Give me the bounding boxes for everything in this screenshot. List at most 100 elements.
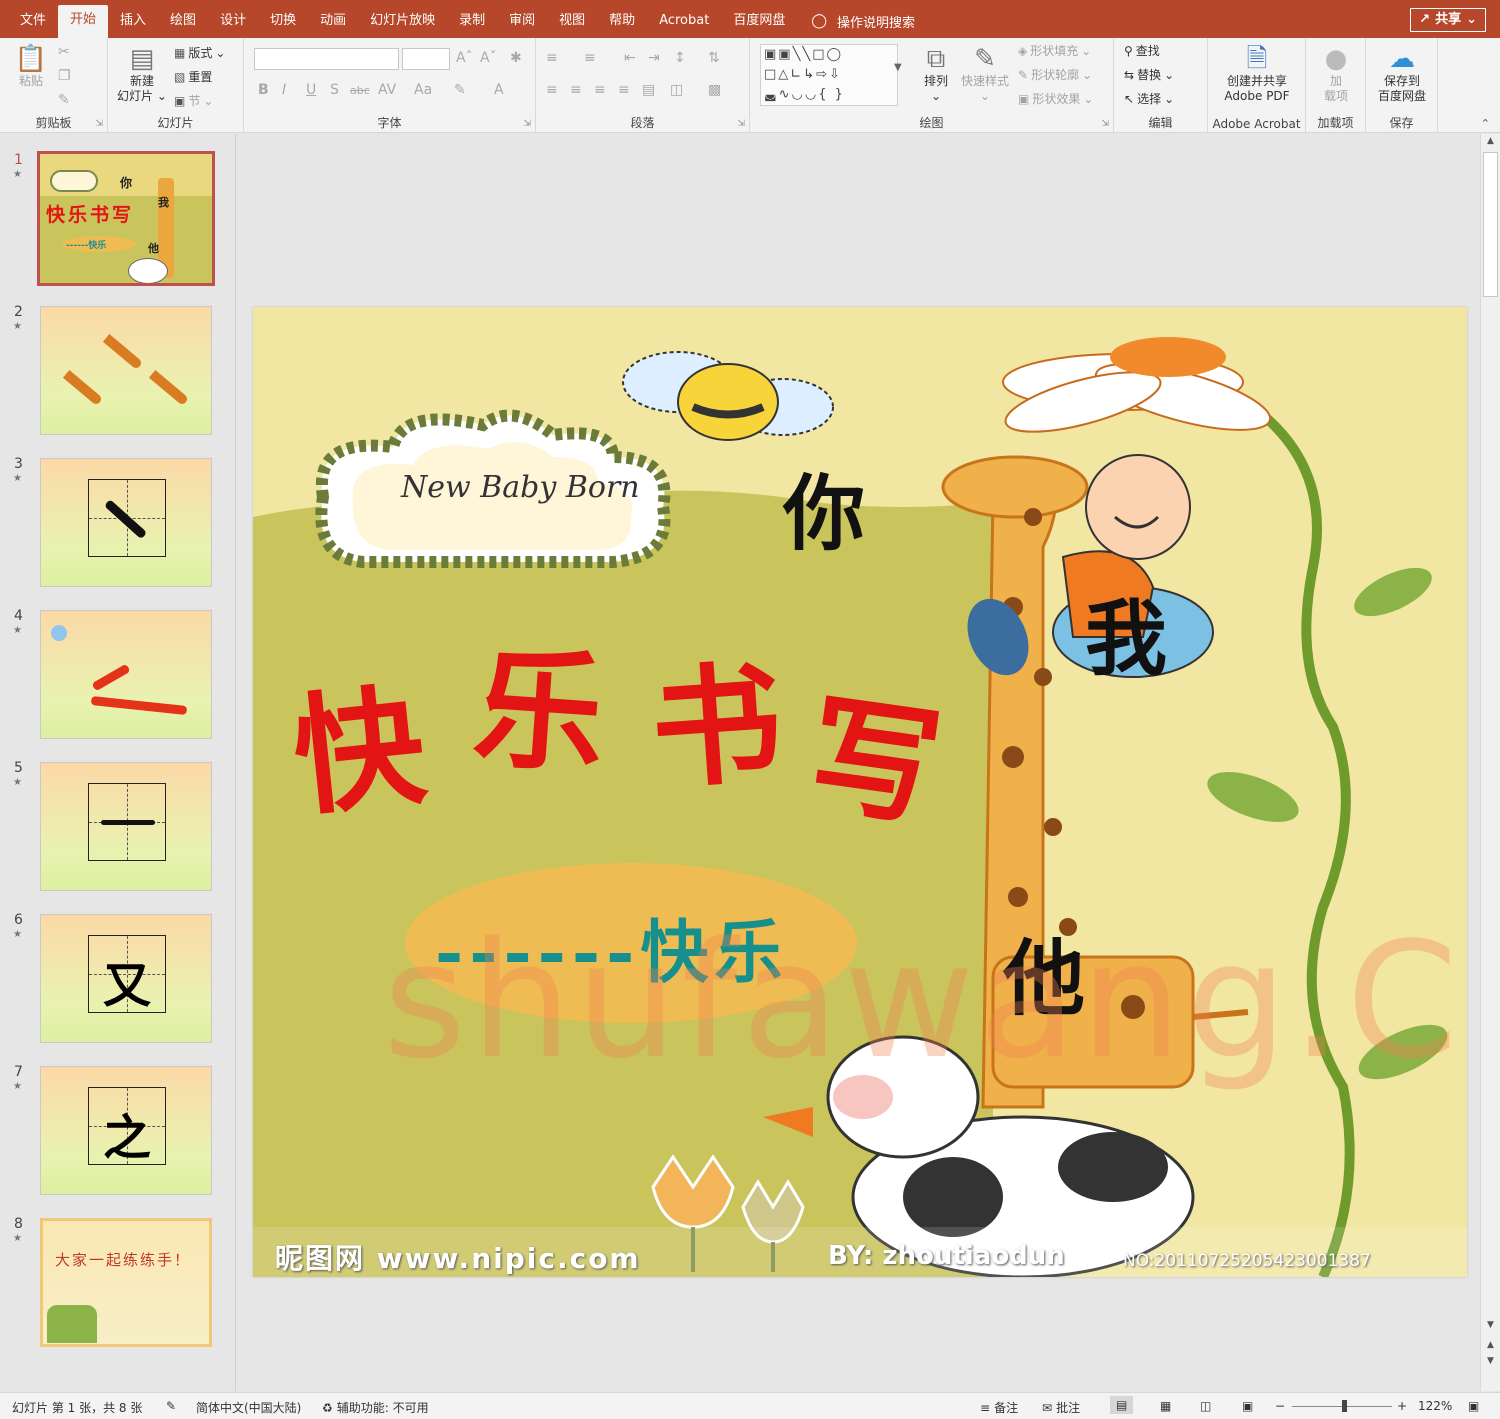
text-direction-icon[interactable]: ⇅ — [708, 50, 720, 66]
copy-icon[interactable]: ❐ — [58, 68, 71, 84]
tab-slideshow[interactable]: 幻灯片放映 — [358, 6, 447, 36]
tab-animations[interactable]: 动画 — [308, 6, 358, 36]
dialog-launcher-icon[interactable]: ⇲ — [95, 119, 103, 129]
find-button[interactable]: ⚲ 查找 — [1124, 42, 1160, 59]
fit-to-window-icon[interactable]: ▣ — [1468, 1399, 1479, 1413]
font-size-input[interactable] — [402, 48, 450, 70]
paste-button[interactable]: 📋 粘贴 — [10, 44, 52, 89]
change-case-icon[interactable]: Aa — [414, 82, 432, 98]
normal-view-icon[interactable]: ▤ — [1110, 1396, 1134, 1414]
notes-button[interactable]: ≡ 备注 — [980, 1399, 1018, 1416]
thumbnail-slide-3[interactable]: 3 ★ — [0, 456, 236, 608]
shapes-gallery[interactable]: ▣▣╲╲□◯ □△∟↳⇨⇩ ◛∿◡◡{ } — [760, 44, 898, 106]
dialog-launcher-icon[interactable]: ⇲ — [523, 119, 531, 129]
replace-button[interactable]: ⇆ 替换 ⌄ — [1124, 66, 1174, 83]
save-to-netdisk-button[interactable]: ☁ 保存到 百度网盘 — [1370, 44, 1434, 104]
scrollbar-thumb[interactable] — [1483, 152, 1498, 297]
thumbnail-slide-1[interactable]: 1 ★ 快乐书写 你 我 他 ------快乐 — [0, 151, 236, 304]
share-button[interactable]: ↗ 共享 ⌄ — [1410, 8, 1486, 32]
zoom-level[interactable]: 122% — [1418, 1399, 1452, 1413]
animation-star-icon: ★ — [13, 1233, 22, 1244]
italic-icon[interactable]: I — [282, 82, 286, 98]
shadow-icon[interactable]: S — [330, 82, 339, 98]
notes-check-icon[interactable]: ✎ — [166, 1399, 176, 1413]
collapse-ribbon-icon[interactable]: ⌃ — [1481, 117, 1490, 130]
new-slide-button[interactable]: ▤ 新建 幻灯片 ⌄ — [114, 44, 170, 104]
reading-view-icon[interactable]: ◫ — [1200, 1399, 1211, 1413]
thumbnail-slide-8[interactable]: 8 ★ 大家一起练练手！ — [0, 1216, 236, 1368]
reset-button[interactable]: ▧ 重置 — [174, 68, 212, 85]
tab-transitions[interactable]: 切换 — [258, 6, 308, 36]
addins-button[interactable]: ● 加 载项 — [1310, 44, 1362, 104]
tab-draw[interactable]: 绘图 — [158, 6, 208, 36]
align-right-icon[interactable]: ≡ — [594, 82, 606, 98]
strikethrough-icon[interactable]: abc — [350, 84, 370, 97]
increase-indent-icon[interactable]: ⇥ — [648, 50, 660, 66]
previous-slide-icon[interactable]: ▲ — [1481, 1340, 1500, 1350]
comments-button[interactable]: ✉ 批注 — [1042, 1399, 1080, 1416]
clear-format-icon[interactable]: ✱ — [510, 50, 522, 66]
create-pdf-button[interactable]: 🗎 创建并共享 Adobe PDF — [1212, 44, 1302, 104]
thumbnail-slide-7[interactable]: 7 ★ 之 — [0, 1064, 236, 1216]
bold-icon[interactable]: B — [258, 82, 269, 98]
thumbnail-slide-4[interactable]: 4 ★ — [0, 608, 236, 760]
dialog-launcher-icon[interactable]: ⇲ — [1101, 119, 1109, 129]
increase-font-icon[interactable]: Aˆ — [456, 50, 473, 66]
tab-review[interactable]: 审阅 — [497, 6, 547, 36]
format-painter-icon[interactable]: ✎ — [58, 92, 70, 108]
vertical-scrollbar[interactable]: ▲ ▼ ▲ ▼ — [1480, 134, 1500, 1391]
select-button[interactable]: ↖ 选择 ⌄ — [1124, 90, 1174, 107]
gallery-more-icon[interactable]: ▼ — [894, 62, 902, 73]
distributed-icon[interactable]: ▤ — [642, 82, 655, 98]
align-center-icon[interactable]: ≡ — [570, 82, 582, 98]
quick-styles-button[interactable]: ✎ 快速样式 ⌄ — [956, 44, 1014, 104]
decrease-font-icon[interactable]: Aˇ — [480, 50, 497, 66]
cut-icon[interactable]: ✂ — [58, 44, 70, 60]
zoom-out-icon[interactable]: − — [1275, 1399, 1285, 1413]
scroll-up-icon[interactable]: ▲ — [1481, 136, 1500, 146]
scroll-down-icon[interactable]: ▼ — [1481, 1320, 1500, 1330]
bullets-icon[interactable]: ≡ — [546, 50, 558, 66]
line-spacing-icon[interactable]: ↕ — [674, 50, 686, 66]
tab-help[interactable]: 帮助 — [597, 6, 647, 36]
tab-file[interactable]: 文件 — [8, 6, 58, 36]
highlight-icon[interactable]: ✎ — [454, 82, 466, 98]
language-status[interactable]: 简体中文(中国大陆) — [196, 1399, 301, 1416]
accessibility-status[interactable]: ♻ 辅助功能: 不可用 — [322, 1399, 429, 1416]
slide-canvas[interactable]: New Baby Born 你 我 他 快 乐 书 写 ------快乐 昵图网… — [253, 307, 1467, 1277]
thumbnail-slide-2[interactable]: 2 ★ — [0, 304, 236, 456]
shape-outline-button[interactable]: ✎ 形状轮廓 ⌄ — [1018, 66, 1092, 83]
zoom-in-icon[interactable]: + — [1397, 1399, 1407, 1413]
comment-icon: ✉ — [1042, 1400, 1053, 1415]
font-name-input[interactable] — [254, 48, 399, 70]
tab-record[interactable]: 录制 — [447, 6, 497, 36]
thumbnail-slide-5[interactable]: 5 ★ — [0, 760, 236, 912]
numbering-icon[interactable]: ≡ — [584, 50, 596, 66]
layout-button[interactable]: ▦ 版式 ⌄ — [174, 44, 225, 61]
dialog-launcher-icon[interactable]: ⇲ — [737, 119, 745, 129]
slide-sorter-icon[interactable]: ▦ — [1160, 1399, 1171, 1413]
columns-icon[interactable]: ◫ — [670, 82, 683, 98]
tab-insert[interactable]: 插入 — [108, 6, 158, 36]
arrange-button[interactable]: ⧉ 排列 ⌄ — [916, 44, 956, 104]
next-slide-icon[interactable]: ▼ — [1481, 1356, 1500, 1366]
tab-baidu-netdisk[interactable]: 百度网盘 — [721, 6, 797, 36]
tab-design[interactable]: 设计 — [208, 6, 258, 36]
align-left-icon[interactable]: ≡ — [546, 82, 558, 98]
font-color-icon[interactable]: A — [494, 82, 504, 98]
thumbnail-slide-6[interactable]: 6 ★ 又 — [0, 912, 236, 1064]
section-button[interactable]: ▣ 节 ⌄ — [174, 92, 213, 109]
slideshow-icon[interactable]: ▣ — [1242, 1399, 1253, 1413]
shape-effects-button[interactable]: ▣ 形状效果 ⌄ — [1018, 90, 1093, 107]
decrease-indent-icon[interactable]: ⇤ — [624, 50, 636, 66]
justify-icon[interactable]: ≡ — [618, 82, 630, 98]
tab-acrobat[interactable]: Acrobat — [647, 6, 721, 36]
tab-view[interactable]: 视图 — [547, 6, 597, 36]
smartart-icon[interactable]: ▩ — [708, 82, 721, 98]
underline-icon[interactable]: U — [306, 82, 316, 98]
zoom-slider-thumb[interactable] — [1342, 1400, 1347, 1412]
tab-home[interactable]: 开始 — [58, 5, 109, 38]
tell-me-search[interactable]: ◯ 操作说明搜索 — [811, 6, 915, 36]
shape-fill-button[interactable]: ◈ 形状填充 ⌄ — [1018, 42, 1091, 59]
char-spacing-icon[interactable]: AV — [378, 82, 396, 98]
